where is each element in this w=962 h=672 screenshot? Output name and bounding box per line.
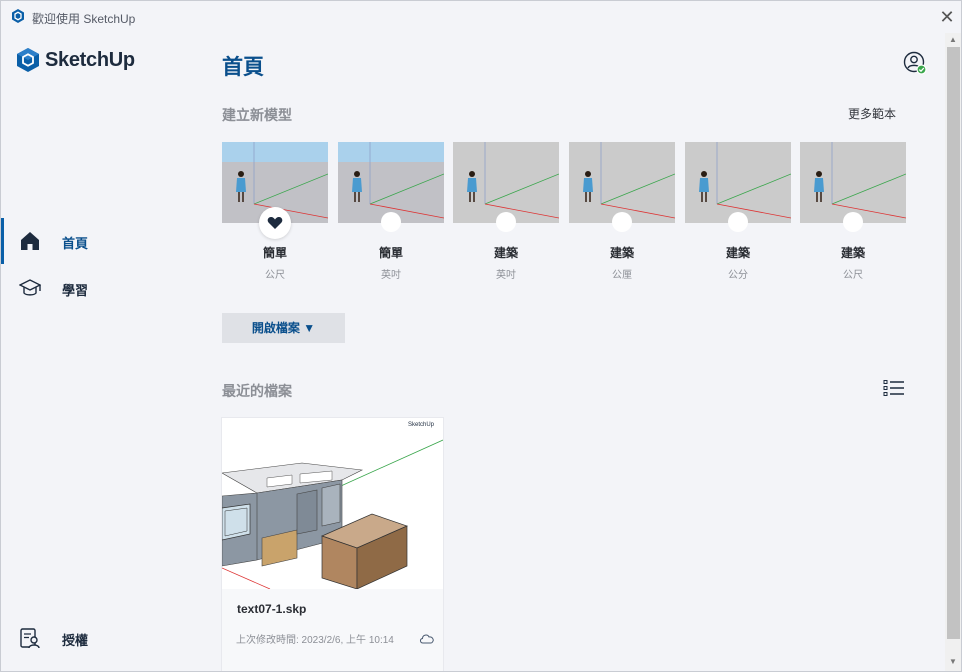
vertical-scrollbar[interactable]: ▲ ▼ (945, 33, 961, 671)
recent-files-section-title: 最近的檔案 (222, 383, 292, 399)
account-icon[interactable] (903, 51, 927, 75)
template-card[interactable]: 建築 公分 (685, 142, 791, 281)
file-modified-time: 上次修改時間: 2023/2/6, 上午 10:14 (236, 635, 394, 646)
sidebar: SketchUp 首頁 學習 授權 (1, 33, 201, 671)
template-unit: 英吋 (496, 270, 516, 281)
template-card[interactable]: 簡單 英吋 (338, 142, 444, 281)
list-view-icon[interactable] (883, 379, 905, 397)
sidebar-item-label: 授權 (62, 633, 89, 648)
sketchup-logo-icon (17, 48, 39, 72)
file-thumb-brand: SketchUp (408, 422, 435, 428)
template-card[interactable]: 建築 英吋 (453, 142, 559, 281)
template-unit: 公尺 (843, 270, 863, 281)
scrollbar-thumb[interactable] (947, 47, 960, 639)
template-favorite-dot[interactable] (496, 212, 516, 232)
main-content: 首頁 建立新模型 更多範本 簡單 公尺 簡單 英吋 建築 英吋 建築 公厘 建築 公分 建築 公尺 開… (201, 33, 945, 671)
home-icon (19, 230, 41, 252)
template-favorite-dot[interactable] (843, 212, 863, 232)
page-title: 首頁 (222, 56, 264, 79)
template-thumbnail (685, 142, 791, 223)
cloud-icon (419, 631, 435, 644)
template-favorite-dot[interactable] (381, 212, 401, 232)
template-unit: 公尺 (265, 270, 285, 281)
template-favorite-dot[interactable] (612, 212, 632, 232)
template-unit: 公分 (728, 270, 748, 281)
title-bar: 歡迎使用 SketchUp ✕ (1, 1, 961, 33)
template-thumbnail (453, 142, 559, 223)
template-card[interactable]: 簡單 公尺 (222, 142, 328, 281)
open-file-button[interactable]: 開啟檔案 ▼ (222, 313, 345, 343)
window-title: 歡迎使用 SketchUp (32, 12, 136, 26)
sketchup-app-icon (10, 8, 26, 24)
favorite-heart-icon[interactable] (259, 207, 291, 239)
sidebar-item-learn[interactable]: 學習 (1, 265, 201, 311)
template-thumbnail (338, 142, 444, 223)
sidebar-item-label: 首頁 (62, 236, 89, 251)
template-name: 建築 (493, 246, 518, 260)
sidebar-item-home[interactable]: 首頁 (1, 218, 201, 264)
file-info: text07-1.skp 上次修改時間: 2023/2/6, 上午 10:14 (222, 589, 443, 671)
recent-file-card[interactable]: SketchUp text07-1.skp 上次修改時間: 2023/2/6, … (222, 418, 443, 671)
template-thumbnail (800, 142, 906, 223)
template-name: 建築 (609, 246, 634, 260)
close-icon[interactable]: ✕ (937, 7, 957, 27)
template-thumbnail (569, 142, 675, 223)
license-icon (19, 627, 41, 649)
sketchup-logo: SketchUp (16, 47, 135, 73)
file-thumbnail: SketchUp (222, 418, 443, 589)
template-name: 簡單 (378, 246, 403, 260)
welcome-window: 歡迎使用 SketchUp ✕ SketchUp 首頁 學習 授權 首頁 建立新… (0, 0, 962, 672)
logo-text: SketchUp (45, 48, 135, 71)
template-name: 建築 (725, 246, 750, 260)
scroll-up-arrow-icon[interactable]: ▲ (948, 35, 958, 45)
graduation-cap-icon (18, 277, 42, 299)
new-model-section-title: 建立新模型 (222, 107, 292, 123)
scroll-down-arrow-icon[interactable]: ▼ (948, 657, 958, 667)
file-name: text07-1.skp (237, 602, 307, 616)
template-card[interactable]: 建築 公尺 (800, 142, 906, 281)
template-card[interactable]: 建築 公厘 (569, 142, 675, 281)
more-templates-link[interactable]: 更多範本 (848, 105, 896, 122)
template-name: 建築 (840, 246, 865, 260)
sidebar-item-label: 學習 (62, 283, 89, 298)
template-unit: 公厘 (612, 270, 632, 281)
template-favorite-dot[interactable] (728, 212, 748, 232)
template-name: 簡單 (262, 246, 287, 260)
sidebar-item-license[interactable]: 授權 (1, 615, 201, 661)
template-unit: 英吋 (381, 270, 401, 281)
